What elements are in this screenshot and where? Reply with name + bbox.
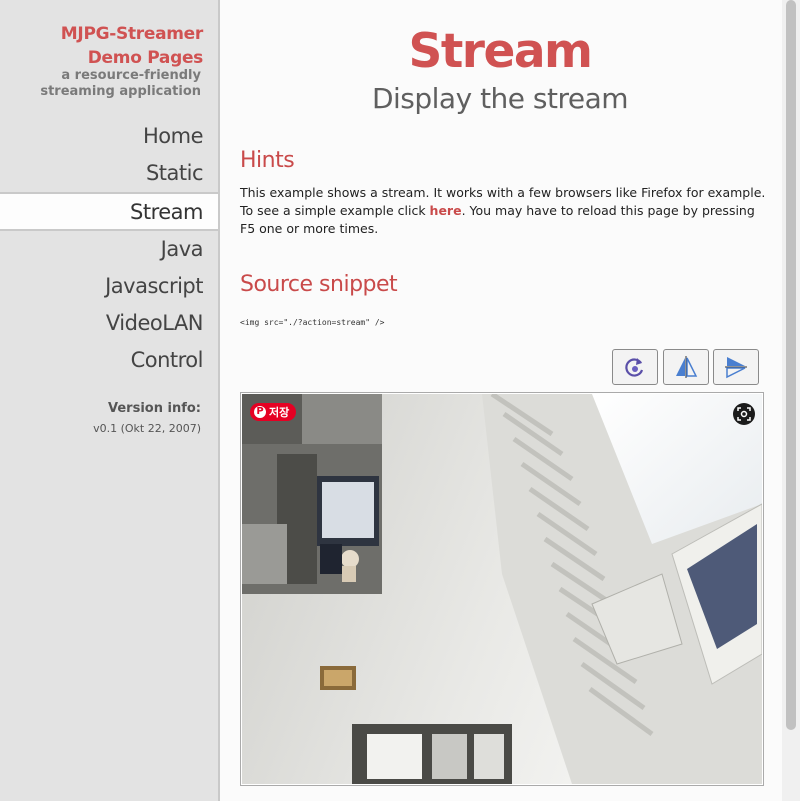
nav-item-java[interactable]: Java	[0, 231, 218, 268]
main-content: Stream Display the stream Hints This exa…	[220, 0, 780, 801]
hints-heading: Hints	[240, 148, 295, 173]
flip-vertical-button[interactable]	[663, 349, 709, 385]
nav-item-stream[interactable]: Stream	[0, 192, 218, 231]
page-subtitle: Display the stream	[371, 82, 629, 115]
version-value: v0.1 (Okt 22, 2007)	[93, 422, 201, 435]
nav-item-static[interactable]: Static	[0, 155, 218, 192]
pinterest-icon: P	[254, 406, 266, 418]
brand-tagline: a resource-friendly streaming applicatio…	[40, 68, 201, 99]
hints-paragraph: This example shows a stream. It works wi…	[240, 184, 770, 238]
nav-item-home[interactable]: Home	[0, 118, 218, 155]
stream-image: P 저장	[240, 392, 764, 786]
pinterest-save-button[interactable]: P 저장	[250, 403, 297, 421]
nav-item-videolan[interactable]: VideoLAN	[0, 305, 218, 342]
version-info: Version info: v0.1 (Okt 22, 2007)	[93, 400, 201, 437]
flip-horizontal-icon	[725, 357, 747, 379]
nav-item-javascript[interactable]: Javascript	[0, 268, 218, 305]
brand-title: MJPG-Streamer Demo Pages	[60, 22, 204, 70]
flip-vertical-icon	[676, 356, 698, 378]
flip-horizontal-button[interactable]	[713, 349, 759, 385]
save-label: 저장	[269, 406, 290, 419]
rotate-icon	[625, 358, 644, 377]
nav-item-control[interactable]: Control	[0, 342, 218, 379]
lens-icon	[737, 407, 751, 421]
page-title: Stream	[408, 24, 593, 79]
brand-line-1: MJPG-Streamer	[60, 24, 204, 44]
sidebar-nav: Home Static Stream Java Javascript Video…	[0, 118, 218, 379]
version-heading: Version info:	[108, 401, 201, 416]
scrollbar-thumb[interactable]	[786, 0, 796, 730]
visual-search-button[interactable]	[733, 403, 755, 425]
sidebar: MJPG-Streamer Demo Pages a resource-frie…	[0, 0, 220, 801]
here-link[interactable]: here	[430, 203, 462, 218]
vertical-scrollbar[interactable]	[782, 0, 800, 801]
brand-line-2: Demo Pages	[87, 48, 204, 68]
camera-frame	[242, 394, 762, 784]
code-snippet: <img src="./?action=stream" />	[240, 318, 385, 327]
source-snippet-heading: Source snippet	[240, 272, 398, 297]
rotate-button[interactable]	[612, 349, 658, 385]
